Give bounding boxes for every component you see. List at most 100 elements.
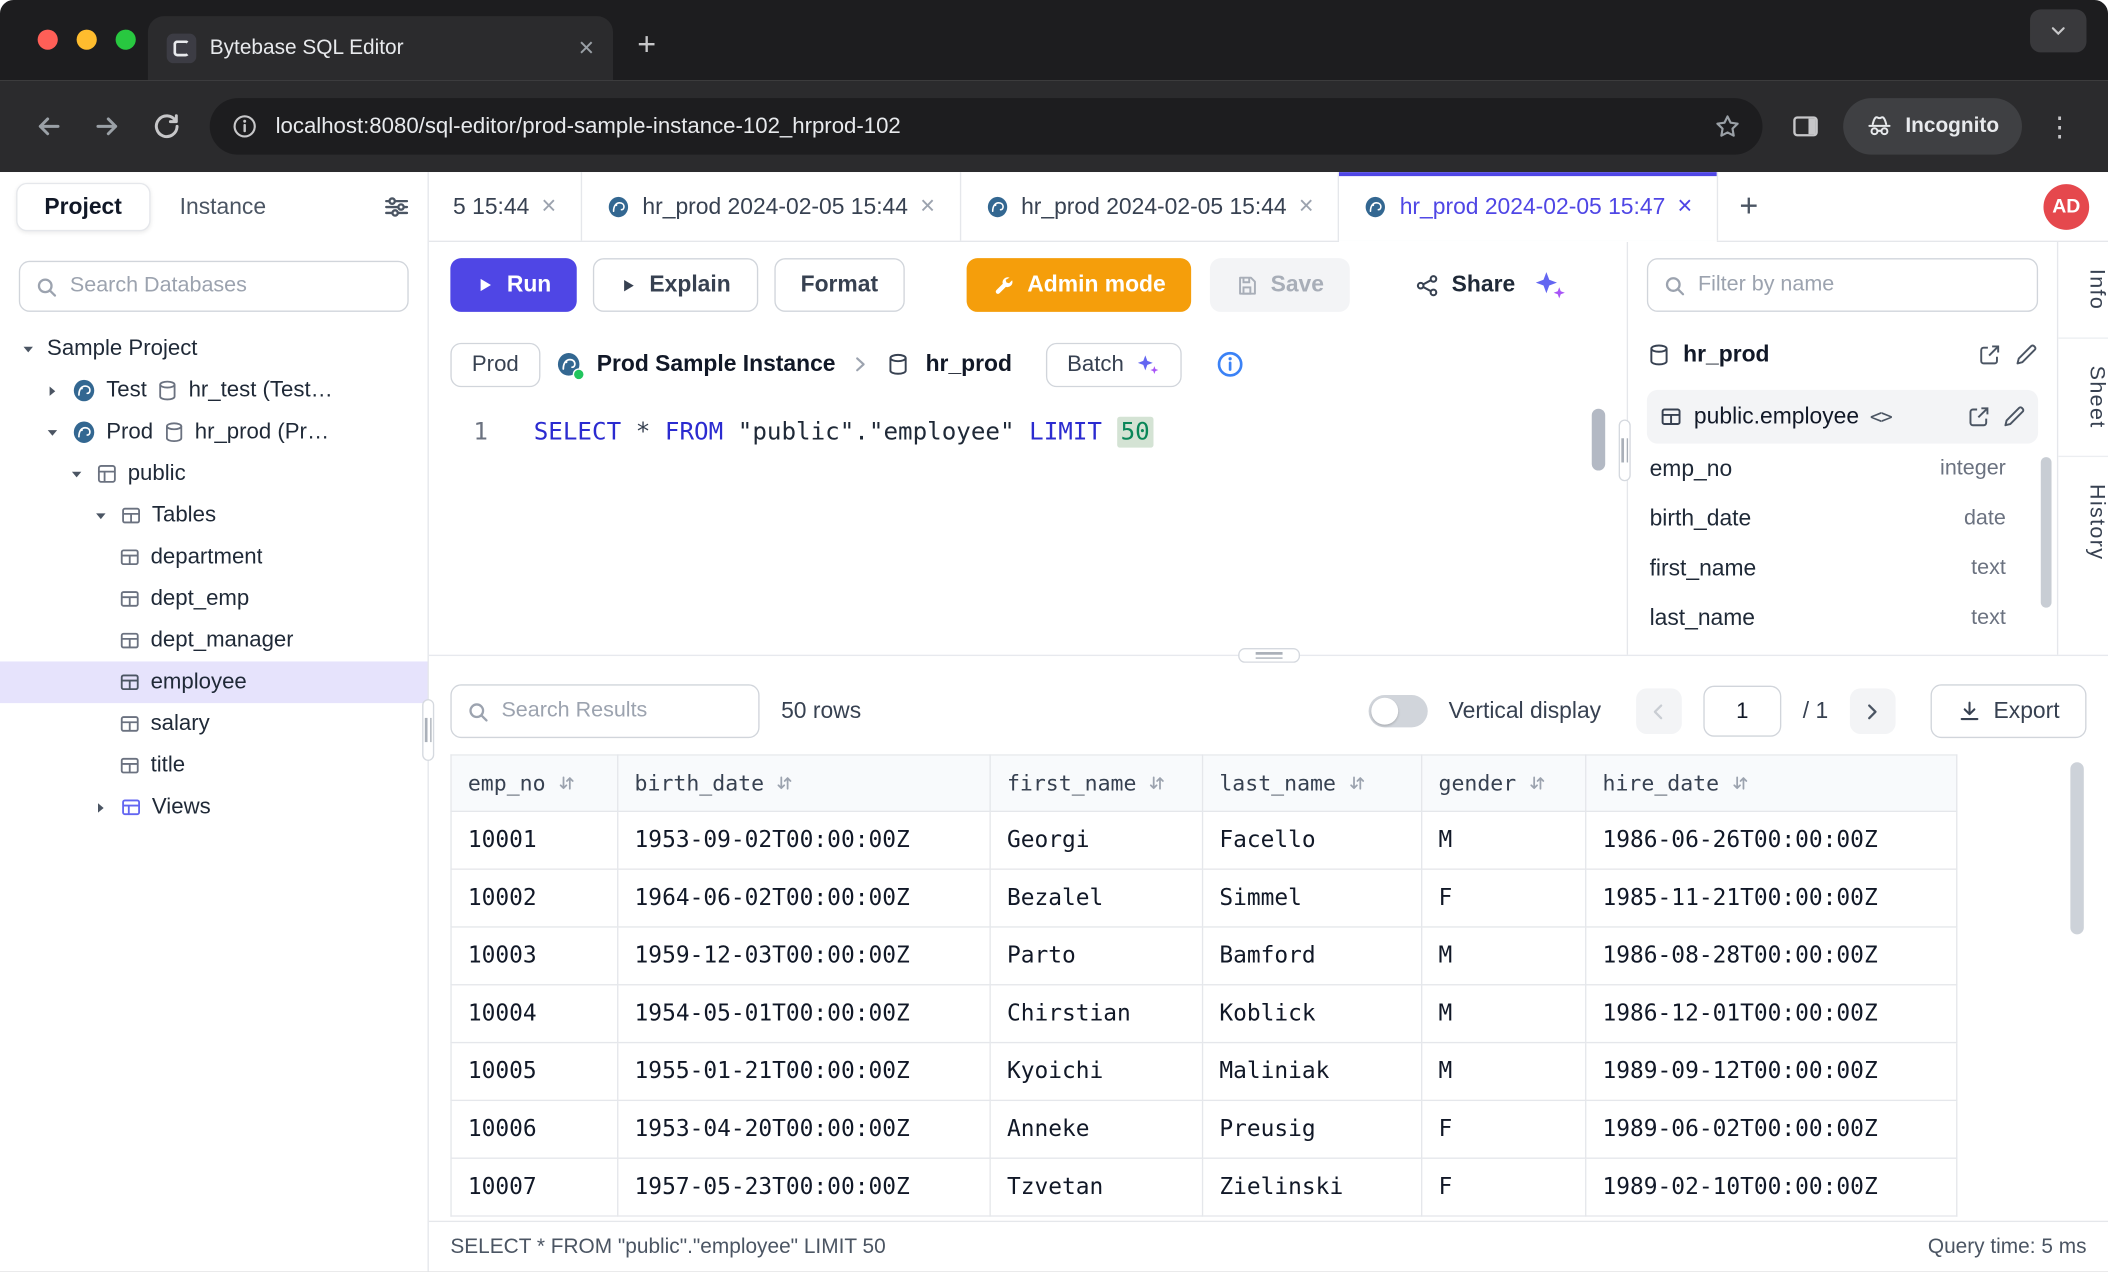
- explain-button[interactable]: Explain: [593, 258, 758, 312]
- close-icon[interactable]: ×: [541, 194, 556, 220]
- close-icon[interactable]: ×: [1299, 194, 1314, 220]
- edit-icon[interactable]: [2002, 405, 2026, 429]
- tree-item-table-dept-emp[interactable]: dept_emp: [0, 578, 428, 620]
- splitter-handle[interactable]: [1238, 648, 1300, 663]
- database-search[interactable]: [19, 261, 409, 312]
- tree-item-prod-instance[interactable]: Prod hr_prod (Pr…: [0, 411, 428, 453]
- column-row[interactable]: birth_date date: [1647, 493, 2038, 543]
- table-row[interactable]: 100051955-01-21T00:00:00ZKyoichiMaliniak…: [451, 1043, 1957, 1101]
- schema-filter[interactable]: [1647, 258, 2038, 312]
- external-link-icon[interactable]: [1978, 343, 2002, 367]
- tab-project[interactable]: Project: [16, 183, 150, 231]
- add-sheet-button[interactable]: +: [1718, 172, 1780, 241]
- forward-button[interactable]: [78, 97, 137, 156]
- table-row[interactable]: 100071957-05-23T00:00:00ZTzvetanZielinsk…: [451, 1158, 1957, 1216]
- tab-search-button[interactable]: [2030, 9, 2086, 52]
- table-row[interactable]: 100011953-09-02T00:00:00ZGeorgiFacelloM1…: [451, 811, 1957, 869]
- bookmark-star-icon[interactable]: [1714, 113, 1741, 140]
- back-button[interactable]: [19, 97, 78, 156]
- admin-mode-button[interactable]: Admin mode: [967, 258, 1191, 312]
- sort-icon[interactable]: [1527, 773, 1547, 793]
- vertical-display-toggle[interactable]: [1368, 695, 1427, 727]
- sidebar-filter-button[interactable]: [382, 192, 412, 222]
- column-header[interactable]: gender: [1422, 755, 1586, 811]
- browser-tab[interactable]: Bytebase SQL Editor ×: [148, 16, 613, 81]
- table-row[interactable]: 100031959-12-03T00:00:00ZPartoBamfordM19…: [451, 927, 1957, 985]
- minimize-window-button[interactable]: [77, 30, 97, 50]
- sort-icon[interactable]: [556, 773, 576, 793]
- tree-item-table-department[interactable]: department: [0, 536, 428, 578]
- sort-icon[interactable]: [1147, 773, 1167, 793]
- close-icon[interactable]: ×: [1677, 194, 1692, 220]
- format-button[interactable]: Format: [774, 258, 905, 312]
- tree-item-table-employee[interactable]: employee: [0, 661, 428, 703]
- panel-table-row[interactable]: public.employee <>: [1647, 390, 2038, 444]
- rail-tab-info[interactable]: Info: [2058, 242, 2108, 338]
- table-row[interactable]: 100061953-04-20T00:00:00ZAnnekePreusigF1…: [451, 1100, 1957, 1158]
- tree-item-tables[interactable]: Tables: [0, 495, 428, 537]
- tree-item-table-dept-manager[interactable]: dept_manager: [0, 620, 428, 662]
- rail-tab-history[interactable]: History: [2058, 456, 2108, 586]
- instance-name[interactable]: Prod Sample Instance: [597, 351, 836, 378]
- tree-item-views[interactable]: Views: [0, 786, 428, 828]
- close-window-button[interactable]: [38, 30, 58, 50]
- column-row[interactable]: emp_no integer: [1647, 444, 2038, 494]
- column-header[interactable]: birth_date: [618, 755, 990, 811]
- tree-item-table-title[interactable]: title: [0, 745, 428, 787]
- query-info-icon[interactable]: [1215, 350, 1245, 380]
- next-page-button[interactable]: [1850, 688, 1896, 734]
- new-tab-button[interactable]: +: [637, 30, 656, 62]
- user-avatar[interactable]: AD: [2043, 184, 2089, 230]
- export-button[interactable]: Export: [1930, 684, 2086, 738]
- environment-chip[interactable]: Prod: [450, 342, 540, 386]
- code-icon[interactable]: <>: [1870, 405, 1892, 429]
- batch-button[interactable]: Batch: [1046, 342, 1182, 386]
- panel-scrollbar[interactable]: [2041, 457, 2052, 608]
- sort-icon[interactable]: [1730, 773, 1750, 793]
- tree-item-schema-public[interactable]: public: [0, 453, 428, 495]
- tab-close-icon[interactable]: ×: [579, 35, 595, 62]
- address-bar[interactable]: localhost:8080/sql-editor/prod-sample-in…: [210, 98, 1763, 154]
- column-header[interactable]: emp_no: [451, 755, 618, 811]
- sheet-tab[interactable]: hr_prod 2024-02-05 15:44 ×: [961, 172, 1340, 241]
- horizontal-splitter[interactable]: [429, 655, 2108, 668]
- share-button[interactable]: Share: [1401, 258, 1529, 312]
- database-name[interactable]: hr_prod: [926, 351, 1012, 378]
- browser-menu-button[interactable]: ⋮: [2030, 97, 2089, 156]
- column-header[interactable]: last_name: [1203, 755, 1422, 811]
- column-header[interactable]: hire_date: [1586, 755, 1957, 811]
- tree-item-table-salary[interactable]: salary: [0, 703, 428, 745]
- table-row[interactable]: 100021964-06-02T00:00:00ZBezalelSimmelF1…: [451, 869, 1957, 927]
- tree-item-test-instance[interactable]: Test hr_test (Test…: [0, 370, 428, 412]
- results-search-input[interactable]: [501, 699, 743, 723]
- page-input[interactable]: [1703, 686, 1781, 737]
- save-button[interactable]: Save: [1210, 258, 1349, 312]
- run-button[interactable]: Run: [450, 258, 576, 312]
- sort-icon[interactable]: [1347, 773, 1367, 793]
- sidebar-resize-handle[interactable]: [422, 699, 434, 761]
- edit-icon[interactable]: [2014, 343, 2038, 367]
- ai-assistant-button[interactable]: [1531, 267, 1567, 303]
- tab-instance[interactable]: Instance: [180, 194, 266, 221]
- reload-button[interactable]: [137, 97, 196, 156]
- rail-tab-sheet[interactable]: Sheet: [2058, 338, 2108, 456]
- sheet-tab-active[interactable]: hr_prod 2024-02-05 15:47 ×: [1339, 172, 1718, 241]
- column-header[interactable]: first_name: [990, 755, 1202, 811]
- site-info-icon[interactable]: [231, 113, 258, 140]
- external-link-icon[interactable]: [1967, 405, 1991, 429]
- side-panel-button[interactable]: [1776, 97, 1835, 156]
- sheet-tab[interactable]: hr_prod 2024-02-05 15:44 ×: [582, 172, 961, 241]
- column-row[interactable]: first_name text: [1647, 543, 2038, 593]
- sheet-tab[interactable]: 5 15:44 ×: [429, 172, 582, 241]
- sort-icon[interactable]: [775, 773, 795, 793]
- results-scrollbar[interactable]: [2070, 762, 2083, 934]
- panel-database-row[interactable]: hr_prod: [1647, 331, 2038, 379]
- results-search[interactable]: [450, 684, 759, 738]
- schema-filter-input[interactable]: [1698, 273, 2022, 297]
- table-row[interactable]: 100041954-05-01T00:00:00ZChirstianKoblic…: [451, 985, 1957, 1043]
- zoom-window-button[interactable]: [116, 30, 136, 50]
- close-icon[interactable]: ×: [920, 194, 935, 220]
- tree-item-project[interactable]: Sample Project: [0, 328, 428, 370]
- editor-scrollbar[interactable]: [1592, 409, 1605, 471]
- panel-resize-handle[interactable]: [1619, 419, 1631, 481]
